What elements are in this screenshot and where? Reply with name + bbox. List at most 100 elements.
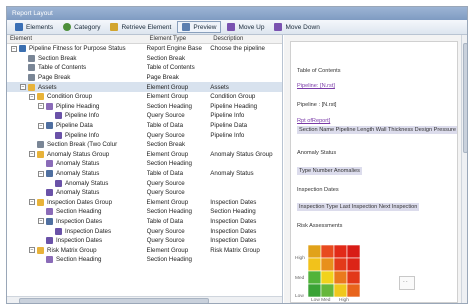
- expand-toggle-icon[interactable]: −: [20, 84, 26, 91]
- move-up-icon: [227, 23, 236, 31]
- tree-row[interactable]: − Inspection Dates Group Element Group Insp…: [7, 198, 282, 208]
- tree-cell-type: Element Group: [146, 198, 189, 206]
- risk-matrix-cell: [346, 244, 361, 259]
- column-header-description[interactable]: Description: [210, 35, 282, 43]
- tree-cell-type: Table of Data: [146, 122, 184, 130]
- tree-cell-element: − Condition Group: [7, 93, 147, 101]
- tree-row[interactable]: Section Heading Section Heading: [7, 255, 282, 265]
- tree-row[interactable]: Page Break Page Break: [7, 73, 282, 83]
- expand-toggle-icon[interactable]: −: [29, 93, 35, 100]
- preview-risk-title: Risk Assessments: [297, 223, 343, 229]
- tree-cell-element: Anomaly Status: [7, 160, 147, 168]
- tree-cell-element: Section Heading: [7, 208, 147, 216]
- tree-row-label: Inspection Dates Group: [47, 198, 113, 206]
- heading-icon: [46, 102, 53, 110]
- tree-cell-type: Query Source: [146, 189, 185, 197]
- risk-matrix-cell: [333, 283, 348, 298]
- column-header-element[interactable]: Element: [7, 35, 146, 43]
- move-up-button[interactable]: Move Up: [223, 21, 268, 33]
- risk-matrix-cell: [320, 244, 335, 259]
- tree-row[interactable]: Pipeline Info Query Source Pipeline Info: [7, 111, 282, 121]
- horizontal-scrollbar[interactable]: [7, 296, 282, 303]
- heading-icon: [46, 208, 53, 216]
- preview-vertical-scroll-thumb[interactable]: [463, 43, 467, 153]
- tree-row-label: Section Break: [38, 54, 77, 62]
- query-icon: [55, 179, 62, 187]
- expand-toggle-icon[interactable]: −: [38, 170, 44, 177]
- query-icon: [55, 131, 62, 139]
- preview-data-headers: Section Name Pipeline Length Wall Thickn…: [297, 126, 457, 134]
- retrieve-element-button[interactable]: Retrieve Element: [106, 21, 175, 33]
- tree-row[interactable]: − Anomaly Status Group Element Group Anomal…: [7, 150, 282, 160]
- risk-matrix-cell: [320, 270, 335, 285]
- tree-cell-element: Inspection Dates: [7, 227, 147, 235]
- tree-row-label: Section Heading: [56, 208, 102, 216]
- expand-toggle-icon[interactable]: −: [29, 247, 35, 254]
- category-button[interactable]: Category: [59, 21, 104, 33]
- preview-vertical-scrollbar[interactable]: [461, 35, 467, 303]
- tree-row[interactable]: Inspection Dates Query Source Inspection D…: [7, 236, 282, 246]
- tree-row[interactable]: Anomaly Status Section Heading: [7, 159, 282, 169]
- tree-cell-description: Risk Matrix Group: [210, 246, 260, 254]
- tree-cell-description: Inspection Dates: [210, 217, 257, 225]
- tree-cell-description: Inspection Dates: [210, 198, 257, 206]
- tree-row[interactable]: − Pipeline Fitness for Purpose Status Repo…: [7, 44, 282, 54]
- tree-cell-type: Query Source: [146, 179, 185, 187]
- folder-icon: [37, 246, 44, 254]
- tree-row[interactable]: Anomaly Status Query Source: [7, 188, 282, 198]
- tree-cell-element: − Pipline Heading: [7, 102, 147, 110]
- tree-row[interactable]: − Assets Element Group Assets: [7, 82, 282, 92]
- tree-row-label: Assets: [38, 83, 57, 91]
- preview-anomaly-title: Anomaly Status: [297, 150, 337, 156]
- tree-cell-type: Section Break: [146, 54, 186, 62]
- folder-icon: [28, 83, 35, 91]
- tree-row[interactable]: Pipeline Info Query Source Pipeline Info: [7, 130, 282, 140]
- tree-cell-element: Page Break: [7, 74, 147, 82]
- tree-row[interactable]: − Pipeline Data Table of Data Pipeline Data: [7, 121, 282, 131]
- preview-pipeline-link[interactable]: Pipeline: [N.rst]: [297, 83, 335, 89]
- tree-row-label: Risk Matrix Group: [47, 246, 97, 254]
- tree-row[interactable]: − Condition Group Element Group Condition G…: [7, 92, 282, 102]
- move-down-button[interactable]: Move Down: [270, 21, 323, 33]
- expand-toggle-icon[interactable]: −: [29, 151, 35, 158]
- expand-toggle-icon[interactable]: −: [29, 199, 35, 206]
- tree-row-label: Anomaly Status: [56, 170, 100, 178]
- risk-matrix-cell: [333, 244, 348, 259]
- preview-report-link[interactable]: Rpt ofReport]: [297, 118, 330, 124]
- elements-button[interactable]: Elements: [11, 21, 57, 33]
- tree-row-label: Page Break: [38, 74, 71, 82]
- expand-toggle-icon[interactable]: −: [38, 103, 44, 110]
- tree-row[interactable]: Table of Contents Table of Contents: [7, 63, 282, 73]
- column-header-type[interactable]: Element Type: [146, 35, 210, 43]
- move-down-icon: [274, 23, 283, 31]
- tree-row[interactable]: Anomaly Status Query Source: [7, 178, 282, 188]
- tree-cell-element: Section Break (Two Colur: [7, 141, 147, 149]
- tree-row[interactable]: Section Break Section Break: [7, 54, 282, 64]
- tree-row[interactable]: − Risk Matrix Group Element Group Risk Matr…: [7, 245, 282, 255]
- horizontal-scroll-thumb[interactable]: [19, 298, 209, 303]
- expand-toggle-icon[interactable]: −: [11, 45, 17, 52]
- expand-toggle-icon[interactable]: −: [38, 122, 44, 129]
- tree-cell-description: Inspection Dates: [210, 227, 257, 235]
- tree-cell-element: − Risk Matrix Group: [7, 246, 147, 254]
- expand-toggle-icon[interactable]: −: [38, 218, 44, 225]
- tree-row[interactable]: − Inspection Dates Table of Data Inspection…: [7, 217, 282, 227]
- tree-row[interactable]: − Anomaly Status Table of Data Anomaly Stat…: [7, 169, 282, 179]
- tree-row[interactable]: Inspection Dates Query Source Inspection D…: [7, 226, 282, 236]
- tree-row-label: Anomaly Status: [56, 160, 100, 168]
- tree-row[interactable]: Section Heading Section Heading Section He…: [7, 207, 282, 217]
- tree-row-label: Pipeline Fitness for Purpose Status: [29, 45, 126, 53]
- risk-axis-label-low: Low: [295, 294, 304, 299]
- preview-anomaly-headers: Type Number Anomalies: [297, 167, 362, 175]
- report-icon: [19, 45, 26, 53]
- tree-row-label: Pipeline Info: [65, 131, 100, 139]
- retrieve-icon: [110, 23, 119, 31]
- preview-button[interactable]: Preview: [177, 21, 222, 33]
- risk-matrix-cell: [307, 270, 322, 285]
- tree-cell-description: Anomaly Status: [210, 170, 254, 178]
- report-layout-window: Report Layout Elements Category Retrieve…: [6, 6, 468, 304]
- tree-row[interactable]: − Pipline Heading Section Heading Pipeline …: [7, 102, 282, 112]
- risk-axis-label-med: Med: [295, 276, 305, 281]
- tree-row[interactable]: Section Break (Two Colur Section Break: [7, 140, 282, 150]
- tree-cell-type: Element Group: [146, 150, 189, 158]
